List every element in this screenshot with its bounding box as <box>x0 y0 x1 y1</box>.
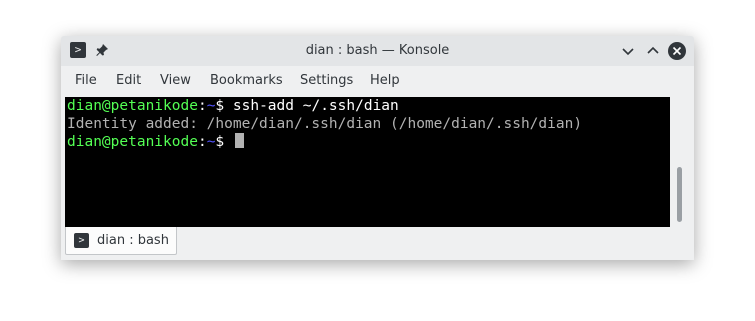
terminal-icon: > <box>74 233 89 248</box>
terminal-line: Identity added: /home/dian/.ssh/dian (/h… <box>67 115 582 133</box>
menu-file[interactable]: File <box>75 66 97 94</box>
konsole-window: > dian : bash — Konsole File Edit View B… <box>61 36 694 260</box>
terminal-view[interactable]: dian@petanikode:~$ ssh-add ~/.ssh/dian I… <box>65 97 670 227</box>
prompt-user-host: dian@petanikode <box>67 134 198 150</box>
menu-bookmarks[interactable]: Bookmarks <box>210 66 283 94</box>
title-bar[interactable]: > dian : bash — Konsole <box>61 36 694 66</box>
maximize-chevron-up-icon[interactable] <box>643 41 663 61</box>
tab-bar: > dian : bash <box>61 227 694 260</box>
menu-edit[interactable]: Edit <box>116 66 141 94</box>
prompt-separator: : <box>197 134 207 150</box>
text-cursor <box>234 133 244 148</box>
command-text: ssh-add ~/.ssh/dian <box>232 98 399 114</box>
menu-settings[interactable]: Settings <box>300 66 353 94</box>
prompt-user-host: dian@petanikode <box>67 98 198 114</box>
command-output: Identity added: /home/dian/.ssh/dian (/h… <box>67 116 583 132</box>
minimize-chevron-down-icon[interactable] <box>618 41 638 61</box>
menu-help[interactable]: Help <box>370 66 400 94</box>
prompt-symbol: $ <box>215 134 233 150</box>
close-icon[interactable] <box>667 41 687 61</box>
tab-label: dian : bash <box>97 233 169 248</box>
terminal-line: dian@petanikode:~$ <box>67 133 244 151</box>
menu-view[interactable]: View <box>160 66 191 94</box>
window-title: dian : bash — Konsole <box>305 43 450 58</box>
terminal-scrollbar[interactable] <box>672 97 692 227</box>
prompt-separator: : <box>197 98 207 114</box>
prompt-symbol: $ <box>215 98 233 114</box>
scrollbar-handle[interactable] <box>677 167 682 222</box>
menu-bar: File Edit View Bookmarks Settings Help <box>61 66 694 94</box>
terminal-line: dian@petanikode:~$ ssh-add ~/.ssh/dian <box>67 97 399 115</box>
tab-dian-bash[interactable]: > dian : bash <box>65 227 177 255</box>
